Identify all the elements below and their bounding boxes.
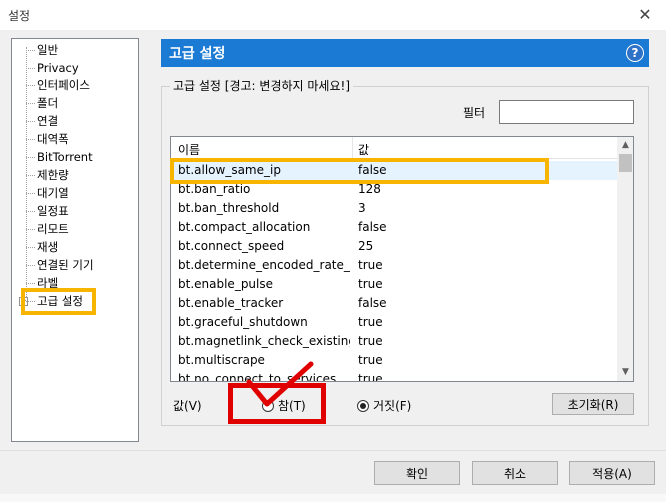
radio-false-indicator xyxy=(357,400,369,412)
table-row[interactable]: bt.graceful_shutdown true xyxy=(171,313,617,332)
sidebar-item-transfer-cap[interactable]: 제한량 xyxy=(26,167,136,184)
filter-label: 필터 xyxy=(463,106,486,120)
column-header-name[interactable]: 이름 xyxy=(178,141,200,158)
radio-true[interactable]: 참(T) xyxy=(262,397,306,414)
column-header-value[interactable]: 값 xyxy=(358,141,369,158)
scroll-down-arrow-icon[interactable]: ▼ xyxy=(617,364,633,381)
vertical-scrollbar[interactable]: ▲ ▼ xyxy=(617,137,633,381)
sidebar-item-queueing[interactable]: 대기열 xyxy=(26,185,136,202)
table-row[interactable]: bt.connect_speed 25 xyxy=(171,237,617,256)
sidebar-item-bittorrent[interactable]: BitTorrent xyxy=(26,149,136,166)
apply-button[interactable]: 적용(A) xyxy=(569,461,655,485)
window-title: 설정 xyxy=(8,9,31,23)
group-label: 고급 설정 [경고: 변경하지 마세요!] xyxy=(170,77,353,94)
settings-list[interactable]: 이름 값 bt.allow_same_ip false bt.ban_ratio 1… xyxy=(170,136,634,382)
table-row[interactable]: bt.ban_ratio 128 xyxy=(171,180,617,199)
reset-button[interactable]: 초기화(R) xyxy=(552,393,634,415)
sidebar-item-privacy[interactable]: Privacy xyxy=(26,60,136,77)
sidebar-item-labels[interactable]: 라벨 xyxy=(26,275,136,292)
panel-header: 고급 설정 ? xyxy=(161,39,649,67)
radio-true-indicator xyxy=(262,400,274,412)
table-row[interactable]: bt.enable_pulse true xyxy=(171,275,617,294)
sidebar-item-playback[interactable]: 재생 xyxy=(26,239,136,256)
scrollbar-thumb[interactable] xyxy=(619,154,632,172)
radio-false[interactable]: 거짓(F) xyxy=(357,397,411,414)
ok-button[interactable]: 확인 xyxy=(374,461,460,485)
sidebar-item-bandwidth[interactable]: 대역폭 xyxy=(26,131,136,148)
table-row[interactable]: bt.allow_same_ip false xyxy=(171,161,617,180)
table-row[interactable]: bt.enable_tracker false xyxy=(171,294,617,313)
page-title: 고급 설정 xyxy=(169,46,226,62)
cancel-button[interactable]: 취소 xyxy=(472,461,558,485)
filter-input[interactable] xyxy=(499,100,634,124)
sidebar-item-interface[interactable]: 인터페이스 xyxy=(26,77,136,94)
sidebar-item-advanced[interactable]: 고급 설정 xyxy=(26,293,136,310)
title-bar: 설정 ✕ xyxy=(0,0,666,30)
close-icon[interactable]: ✕ xyxy=(630,2,660,28)
sidebar-item-paired-devices[interactable]: 연결된 기기 xyxy=(26,257,136,274)
value-label: 값(V) xyxy=(173,399,202,413)
table-row[interactable]: bt.no_connect_to_services true xyxy=(171,370,617,381)
table-row[interactable]: bt.determine_encoded_rate_fo...true xyxy=(171,256,617,275)
table-row[interactable]: bt.compact_allocation false xyxy=(171,218,617,237)
table-row[interactable]: bt.magnetlink_check_existing_...true xyxy=(171,332,617,351)
list-header: 이름 값 xyxy=(171,137,617,159)
settings-tree[interactable]: 일반 Privacy 인터페이스 폴더 연결 대역폭 BitTorrent 제한… xyxy=(11,38,139,442)
scroll-up-arrow-icon[interactable]: ▲ xyxy=(617,137,633,154)
sidebar-item-general[interactable]: 일반 xyxy=(26,42,136,59)
table-row[interactable]: bt.ban_threshold 3 xyxy=(171,199,617,218)
sidebar-item-remote[interactable]: 리모트 xyxy=(26,221,136,238)
table-row[interactable]: bt.multiscrape true xyxy=(171,351,617,370)
background-window-strip xyxy=(0,494,666,502)
sidebar-item-connection[interactable]: 연결 xyxy=(26,113,136,130)
sidebar-item-scheduler[interactable]: 일정표 xyxy=(26,203,136,220)
column-divider[interactable] xyxy=(352,137,353,159)
question-icon[interactable]: ? xyxy=(626,44,644,62)
sidebar-item-folders[interactable]: 폴더 xyxy=(26,95,136,112)
